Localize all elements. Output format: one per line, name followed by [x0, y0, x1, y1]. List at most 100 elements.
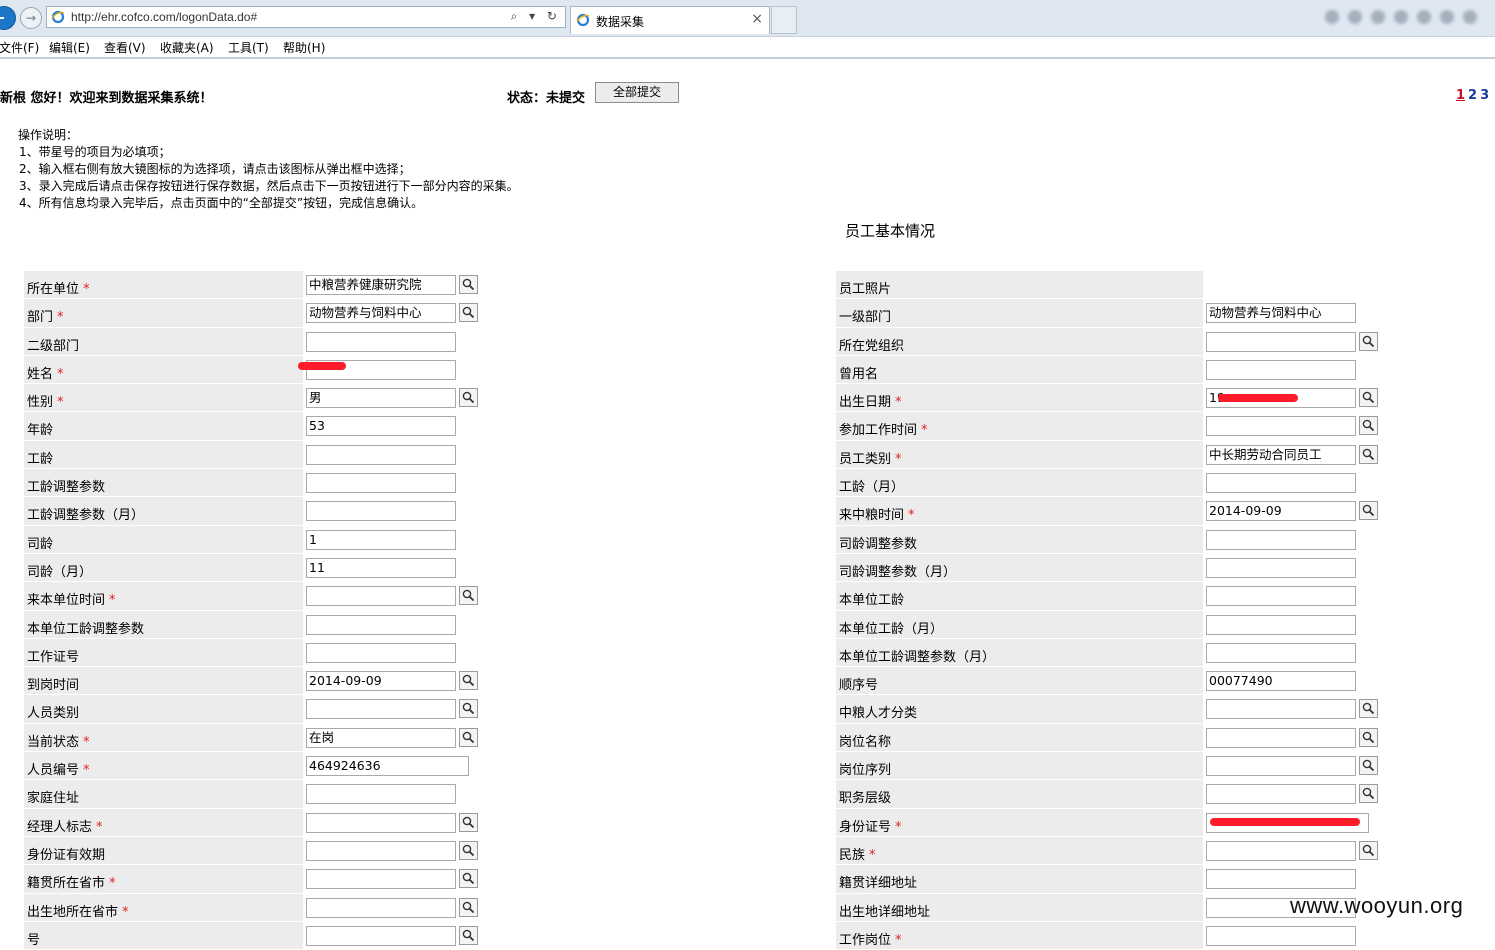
toolbar-icon[interactable] [1394, 10, 1408, 24]
text-input[interactable] [1206, 331, 1356, 352]
text-input[interactable] [306, 614, 456, 635]
text-input[interactable] [306, 840, 456, 861]
text-input[interactable] [1206, 727, 1356, 748]
text-input[interactable]: 中长期劳动合同员工 [1206, 444, 1356, 465]
text-input[interactable] [1206, 840, 1356, 861]
text-input[interactable] [306, 784, 456, 805]
magnifier-icon[interactable] [1359, 444, 1378, 464]
text-input[interactable] [1206, 699, 1356, 720]
back-button[interactable] [0, 6, 16, 30]
tab-data-collection[interactable]: 数据采集 × [570, 6, 770, 34]
magnifier-icon[interactable] [1359, 784, 1378, 804]
page-link-3[interactable]: 3 [1480, 88, 1489, 103]
magnifier-icon[interactable] [459, 388, 478, 408]
magnifier-icon[interactable] [459, 303, 478, 323]
text-input[interactable]: 男 [306, 388, 456, 409]
text-input[interactable]: 00077490 [1206, 671, 1356, 692]
text-input[interactable] [306, 897, 456, 918]
field-value-cell: 00077490 [1204, 667, 1495, 695]
text-input[interactable] [1206, 925, 1356, 946]
toolbar-icon[interactable] [1463, 10, 1477, 24]
menu-file[interactable]: 文件(F) [0, 39, 39, 56]
toolbar-icon[interactable] [1440, 10, 1454, 24]
magnifier-icon[interactable] [459, 699, 478, 719]
magnifier-icon[interactable] [459, 671, 478, 691]
text-input[interactable] [1206, 586, 1356, 607]
magnifier-icon[interactable] [1359, 331, 1378, 351]
text-input[interactable] [306, 501, 456, 522]
magnifier-icon[interactable] [459, 840, 478, 860]
magnifier-icon[interactable] [459, 275, 478, 294]
text-input[interactable]: 动物营养与饲料中心 [1206, 303, 1356, 324]
magnifier-icon[interactable] [459, 812, 478, 832]
magnifier-icon[interactable] [1359, 501, 1378, 521]
magnifier-icon[interactable] [459, 925, 478, 945]
text-input[interactable] [1206, 529, 1356, 550]
label-with-required: 员工类别 * [839, 448, 902, 467]
text-input[interactable] [1206, 359, 1356, 380]
magnifier-icon[interactable] [459, 727, 478, 747]
new-tab-button[interactable] [771, 6, 797, 34]
text-input[interactable] [1206, 756, 1356, 777]
menu-edit[interactable]: 编辑(E) [49, 39, 90, 56]
magnifier-icon[interactable] [459, 897, 478, 917]
field-label-cell: 籍贯所在省市 * [24, 865, 303, 893]
toolbar-icon[interactable] [1325, 10, 1339, 24]
text-input[interactable] [1206, 784, 1356, 805]
page-link-2[interactable]: 2 [1468, 88, 1477, 103]
text-input[interactable] [306, 869, 456, 890]
text-input[interactable] [1206, 869, 1356, 890]
text-input[interactable] [306, 586, 456, 607]
text-input[interactable] [1206, 473, 1356, 494]
toolbar-icon[interactable] [1348, 10, 1362, 24]
field-value-cell [1204, 582, 1495, 610]
magnifier-icon[interactable] [1359, 756, 1378, 776]
text-input[interactable]: 2014-09-09 [306, 671, 456, 692]
submit-all-button[interactable]: 全部提交 [595, 82, 679, 103]
text-input[interactable] [306, 331, 456, 352]
text-input[interactable]: 在岗 [306, 727, 456, 748]
field-label: 出生地所在省市 [27, 904, 119, 920]
field-label: 号 [27, 932, 41, 948]
text-input[interactable] [1206, 614, 1356, 635]
menu-favorites[interactable]: 收藏夹(A) [160, 39, 214, 56]
menu-view[interactable]: 查看(V) [104, 39, 146, 56]
magnifier-icon[interactable] [1359, 388, 1378, 408]
menu-tools[interactable]: 工具(T) [228, 39, 269, 56]
text-input[interactable] [306, 473, 456, 494]
text-input[interactable]: 动物营养与饲料中心 [306, 303, 456, 324]
text-input[interactable]: 53 [306, 416, 456, 437]
field-label-cell: 民族 * [836, 836, 1203, 865]
forward-button[interactable]: → [20, 7, 42, 29]
text-input[interactable] [306, 812, 456, 833]
text-input[interactable] [306, 925, 456, 946]
field-label: 二级部门 [27, 338, 80, 354]
magnifier-icon[interactable] [459, 869, 478, 889]
field-label: 经理人标志 [27, 819, 93, 835]
magnifier-icon[interactable] [1359, 840, 1378, 860]
text-input[interactable]: 中粮营养健康研究院 [306, 275, 456, 295]
text-input[interactable]: 2014-09-09 [1206, 501, 1356, 522]
address-controls[interactable]: ⌕ ▾ ↻ [511, 9, 561, 24]
text-input[interactable] [306, 444, 456, 465]
text-input[interactable]: 11 [306, 557, 456, 578]
close-icon[interactable]: × [751, 11, 763, 27]
magnifier-icon[interactable] [1359, 416, 1378, 436]
page-link-1[interactable]: 1 [1456, 88, 1465, 103]
text-input[interactable]: 1 [306, 529, 456, 550]
magnifier-icon[interactable] [459, 586, 478, 606]
magnifier-icon[interactable] [1359, 727, 1378, 747]
toolbar-icon[interactable] [1417, 10, 1431, 24]
magnifier-icon[interactable] [1359, 699, 1378, 719]
field-label: 顺序号 [839, 678, 879, 694]
required-asterisk: * [109, 876, 116, 892]
text-input[interactable] [1206, 642, 1356, 663]
text-input[interactable] [306, 699, 456, 720]
menu-help[interactable]: 帮助(H) [283, 39, 325, 56]
text-input[interactable] [1206, 416, 1356, 437]
text-input[interactable] [306, 642, 456, 663]
text-input[interactable] [1206, 557, 1356, 578]
text-input[interactable]: 464924636 [306, 756, 469, 777]
toolbar-icon[interactable] [1371, 10, 1385, 24]
address-bar[interactable]: http://ehr.cofco.com/logonData.do# ⌕ ▾ ↻ [46, 6, 566, 28]
